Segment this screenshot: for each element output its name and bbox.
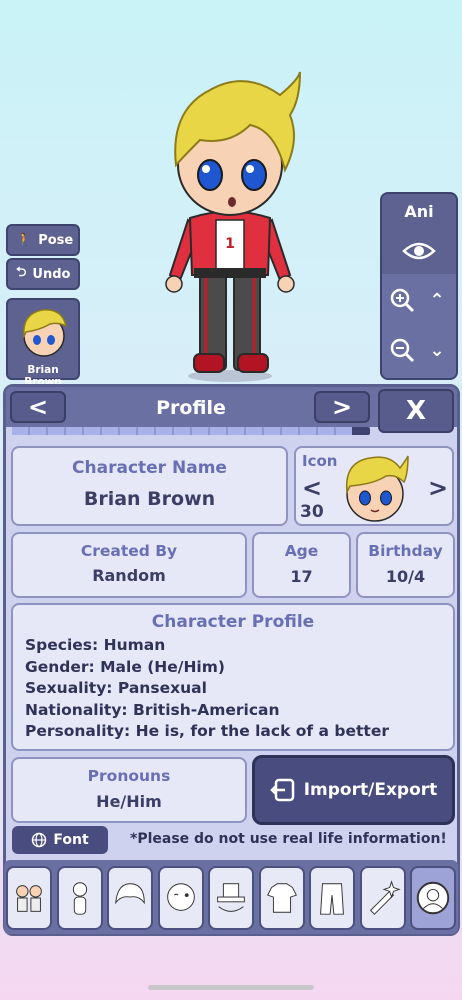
profile-line: Gender: Male (He/Him): [25, 657, 225, 676]
bottom-icon: [320, 883, 344, 915]
next-page-button[interactable]: >: [314, 391, 370, 423]
pronouns-card[interactable]: Pronouns He/Him: [11, 757, 247, 823]
chevron-up-icon: ⌃: [429, 289, 445, 311]
chevron-right-icon: >: [428, 474, 449, 502]
character-name-label: Character Name: [72, 458, 227, 478]
eye-toggle-button[interactable]: [382, 232, 456, 270]
font-label: Font: [53, 832, 89, 848]
privacy-notice: *Please do not use real life information…: [130, 831, 447, 847]
profile-line: Sexuality: Pansexual: [25, 679, 207, 697]
top-icon: [266, 883, 297, 913]
pronouns-label: Pronouns: [87, 767, 171, 785]
page-progress-fill: [12, 427, 353, 435]
character-name-field[interactable]: Brian Brown: [13, 488, 286, 510]
character-profile-text[interactable]: Species: Human Gender: Male (He/Him) Sex…: [25, 635, 449, 743]
category-tab-bottom[interactable]: [309, 866, 355, 930]
preset-avatar-icon: [23, 309, 68, 357]
pose-icon: 🚶: [16, 232, 33, 248]
created-by-label: Created By: [80, 542, 178, 560]
close-button[interactable]: X: [378, 389, 454, 433]
ani-label: Ani: [404, 202, 434, 221]
eye-icon: [402, 242, 436, 260]
icon-prev-button[interactable]: <: [302, 474, 322, 502]
birthday-label: Birthday: [368, 542, 443, 560]
created-by-field[interactable]: Random: [13, 566, 245, 585]
icon-number: 30: [300, 502, 324, 522]
close-icon: X: [405, 396, 427, 426]
import-export-label: Import/Export: [303, 780, 438, 800]
category-tabs: [6, 864, 456, 932]
birthday-field[interactable]: 10/4: [358, 567, 453, 586]
font-button[interactable]: Font: [12, 826, 108, 854]
chevron-left-icon: <: [27, 393, 49, 421]
zoom-in-icon: [390, 288, 415, 313]
presets-icon: [16, 885, 42, 912]
ani-panel: Ani ⌃ ⌄: [380, 192, 458, 380]
age-card[interactable]: Age 17: [252, 532, 351, 598]
character-stage[interactable]: 1 🚶 Pose ⮌ Undo Brian Brown Ani ⌃ ⌄: [0, 0, 462, 388]
pronouns-field[interactable]: He/Him: [13, 792, 245, 811]
profile-panel: < Profile > X Character Name Brian Brown…: [3, 384, 460, 936]
props-icon: [369, 880, 401, 915]
import-export-icon: [269, 778, 294, 802]
svg-text:1: 1: [225, 236, 235, 252]
character-profile-card[interactable]: Character Profile Species: Human Gender:…: [11, 603, 455, 751]
profile-line: Nationality: British-American: [25, 700, 280, 719]
character-profile-label: Character Profile: [151, 612, 315, 632]
body-icon: [72, 882, 87, 915]
pose-button[interactable]: 🚶 Pose: [6, 224, 80, 256]
move-up-button[interactable]: ⌃: [422, 280, 452, 320]
hair-icon: [115, 883, 145, 905]
chevron-down-icon: ⌄: [429, 339, 445, 361]
move-down-button[interactable]: ⌄: [422, 330, 452, 370]
import-export-button[interactable]: Import/Export: [252, 755, 455, 825]
birthday-card[interactable]: Birthday 10/4: [356, 532, 455, 598]
created-by-card[interactable]: Created By Random: [11, 532, 247, 598]
age-field[interactable]: 17: [254, 567, 349, 586]
category-tab-face[interactable]: [157, 866, 204, 930]
category-tab-body[interactable]: [56, 866, 103, 930]
chevron-left-icon: <: [302, 474, 323, 502]
profile-line: Personality: He is, for the lack of a be…: [25, 722, 390, 740]
zoom-controls: ⌃ ⌄: [382, 274, 456, 378]
preset-slot[interactable]: Brian Brown: [6, 298, 80, 388]
prev-page-button[interactable]: <: [10, 391, 66, 423]
zoom-in-button[interactable]: [386, 280, 418, 320]
category-tab-profile[interactable]: [410, 866, 456, 930]
page-title: Profile: [156, 397, 226, 419]
undo-icon: ⮌: [16, 265, 27, 280]
category-tab-presets[interactable]: [6, 866, 52, 930]
pose-label: Pose: [38, 232, 74, 248]
category-tab-hair[interactable]: [107, 866, 153, 930]
profile-icon: [416, 881, 450, 915]
page-progress: [12, 427, 370, 435]
age-label: Age: [284, 542, 319, 560]
character-figure[interactable]: 1: [150, 70, 310, 385]
globe-icon: [32, 832, 47, 848]
zoom-out-button[interactable]: [386, 330, 418, 370]
icon-label: Icon: [302, 452, 338, 470]
zoom-out-icon: [390, 338, 415, 363]
profile-line: Species: Human: [25, 636, 166, 654]
home-indicator[interactable]: [148, 985, 314, 990]
hat-icon: [217, 883, 245, 912]
category-tab-top[interactable]: [258, 866, 305, 930]
character-icon: [345, 455, 409, 522]
chevron-right-icon: >: [331, 393, 353, 421]
icon-card: Icon < 30 >: [294, 446, 454, 526]
face-icon: [166, 883, 195, 911]
character-name-card[interactable]: Character Name Brian Brown: [11, 446, 288, 526]
undo-label: Undo: [32, 266, 71, 282]
category-tab-props[interactable]: [359, 866, 406, 930]
category-tab-hat[interactable]: [208, 866, 254, 930]
undo-button[interactable]: ⮌ Undo: [6, 258, 80, 290]
icon-next-button[interactable]: >: [428, 474, 448, 502]
